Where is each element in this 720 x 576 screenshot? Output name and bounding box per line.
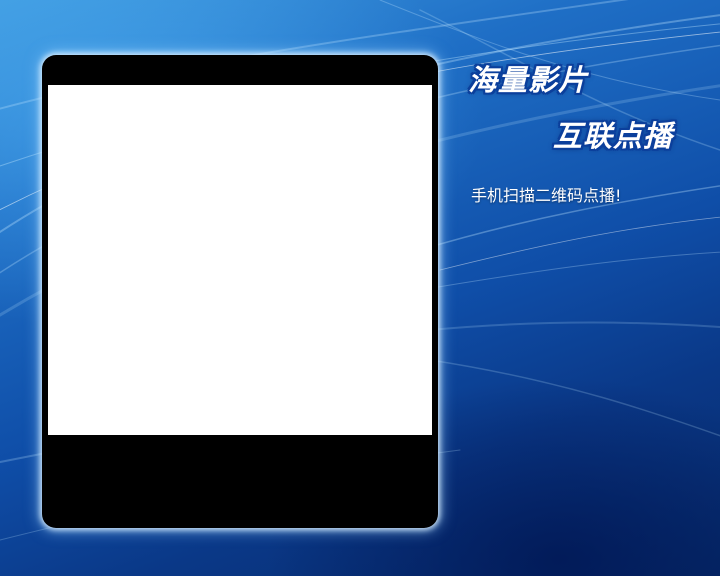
headline-line-2: 互联点播 xyxy=(553,119,674,153)
video-screen[interactable] xyxy=(48,85,432,435)
scan-qr-prompt: 手机扫描二维码点播! xyxy=(471,186,622,205)
headline-line-1: 海量影片 xyxy=(468,63,589,97)
video-player-frame xyxy=(42,55,438,528)
